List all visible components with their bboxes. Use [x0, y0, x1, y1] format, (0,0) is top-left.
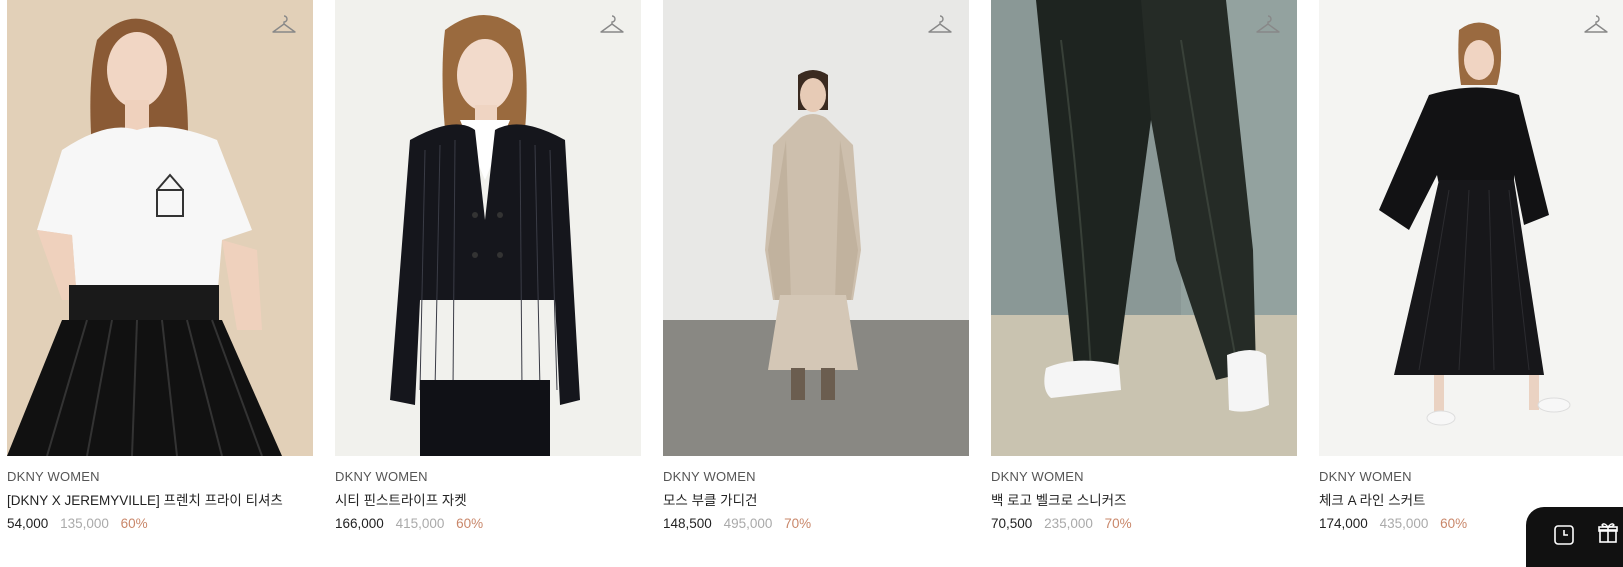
discount-rate: 60% — [456, 516, 484, 531]
product-prices: 54,000 135,000 60% — [7, 515, 313, 532]
sale-price: 70,500 — [991, 516, 1033, 531]
discount-rate: 70% — [1104, 516, 1132, 531]
product-prices: 148,500 495,000 70% — [663, 515, 969, 532]
product-card[interactable]: DKNY WOMEN 모스 부클 가디건 148,500 495,000 70% — [663, 0, 969, 532]
discount-rate: 70% — [784, 516, 812, 531]
product-name[interactable]: 시티 핀스트라이프 자켓 — [335, 492, 641, 509]
product-brand[interactable]: DKNY WOMEN — [1319, 469, 1623, 485]
product-photo-skirt[interactable] — [1319, 0, 1623, 456]
hanger-icon[interactable] — [599, 14, 625, 36]
product-card[interactable]: DKNY WOMEN [DKNY X JEREMYVILLE] 프렌치 프라이 … — [7, 0, 313, 532]
hanger-icon[interactable] — [1583, 14, 1609, 36]
discount-rate: 60% — [1440, 516, 1468, 531]
product-name[interactable]: 모스 부클 가디건 — [663, 492, 969, 509]
original-price: 435,000 — [1379, 516, 1429, 531]
product-card[interactable]: DKNY WOMEN 시티 핀스트라이프 자켓 166,000 415,000 … — [335, 0, 641, 532]
sale-price: 148,500 — [663, 516, 712, 531]
hanger-icon[interactable] — [1255, 14, 1281, 36]
product-brand[interactable]: DKNY WOMEN — [335, 469, 641, 485]
product-brand[interactable]: DKNY WOMEN — [663, 469, 969, 485]
original-price: 135,000 — [60, 516, 109, 531]
hanger-icon[interactable] — [927, 14, 953, 36]
product-photo-jacket[interactable] — [335, 0, 641, 456]
product-image[interactable] — [991, 0, 1297, 456]
product-card[interactable]: DKNY WOMEN 체크 A 라인 스커트 174,000 435,000 6… — [1319, 0, 1623, 532]
original-price: 495,000 — [723, 516, 773, 531]
product-brand[interactable]: DKNY WOMEN — [7, 469, 313, 485]
discount-rate: 60% — [120, 516, 148, 531]
product-name[interactable]: [DKNY X JEREMYVILLE] 프렌치 프라이 티셔츠 — [7, 492, 313, 509]
sale-price: 174,000 — [1319, 516, 1368, 531]
floating-quick-menu — [1526, 507, 1623, 567]
product-image[interactable] — [1319, 0, 1623, 456]
product-prices: 70,500 235,000 70% — [991, 515, 1297, 532]
clock-icon[interactable] — [1552, 523, 1576, 547]
product-brand[interactable]: DKNY WOMEN — [991, 469, 1297, 485]
original-price: 235,000 — [1044, 516, 1093, 531]
sale-price: 54,000 — [7, 516, 49, 531]
hanger-icon[interactable] — [271, 14, 297, 36]
original-price: 415,000 — [395, 516, 445, 531]
product-image[interactable] — [7, 0, 313, 456]
product-image[interactable] — [663, 0, 969, 456]
product-grid: DKNY WOMEN [DKNY X JEREMYVILLE] 프렌치 프라이 … — [7, 0, 1623, 532]
product-photo-tshirt[interactable] — [7, 0, 313, 456]
product-name[interactable]: 백 로고 벨크로 스니커즈 — [991, 492, 1297, 509]
product-prices: 166,000 415,000 60% — [335, 515, 641, 532]
sale-price: 166,000 — [335, 516, 384, 531]
product-photo-cardigan[interactable] — [663, 0, 969, 456]
product-image[interactable] — [335, 0, 641, 456]
gift-icon[interactable] — [1596, 521, 1620, 545]
product-photo-sneakers[interactable] — [991, 0, 1297, 456]
product-card[interactable]: DKNY WOMEN 백 로고 벨크로 스니커즈 70,500 235,000 … — [991, 0, 1297, 532]
